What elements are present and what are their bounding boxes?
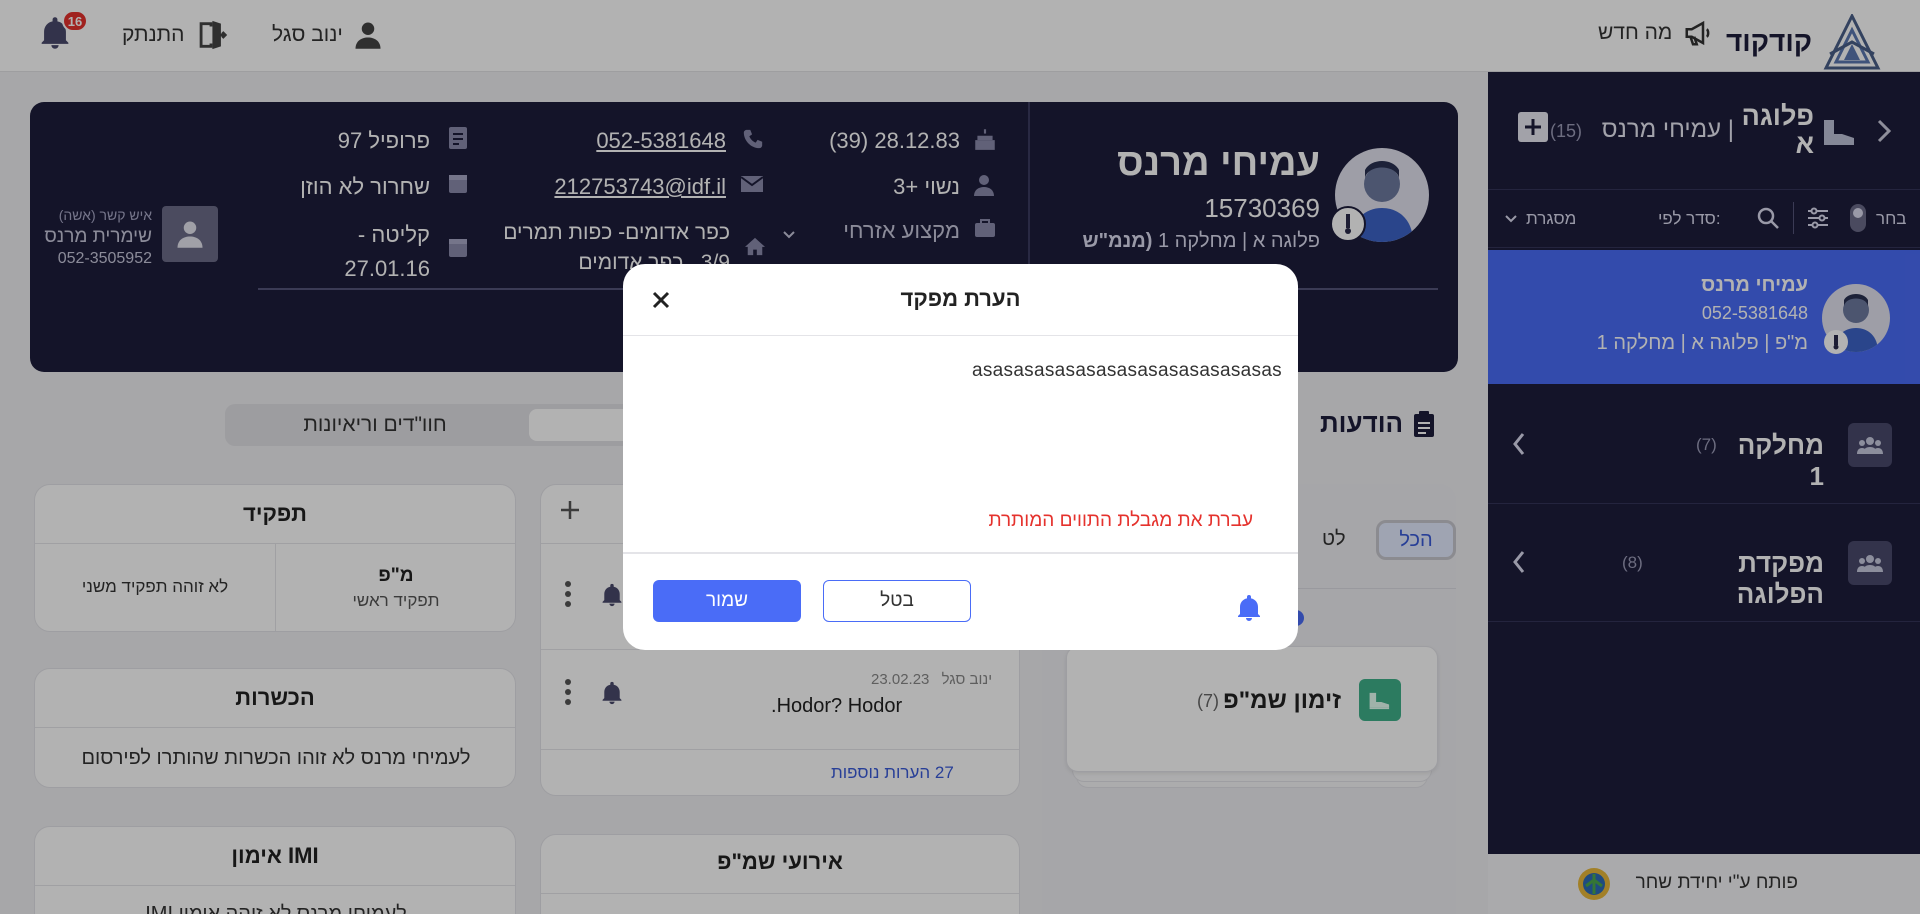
modal-title: הערת מפקד — [900, 286, 1021, 311]
char-limit-error: עברת את מגבלת התווים המותרת — [988, 510, 1253, 531]
close-icon[interactable] — [651, 290, 671, 310]
commander-note-modal: הערת מפקד asasasasasasasasasasasasasasas… — [623, 264, 1298, 650]
note-textarea-value: asasasasasasasasasasasasasasas — [971, 360, 1282, 381]
cancel-button[interactable]: בטל — [823, 580, 971, 622]
cancel-label: בטל — [880, 590, 914, 611]
save-label: שמור — [705, 590, 748, 611]
note-textarea[interactable]: asasasasasasasasasasasasasasas עברת את מ… — [623, 336, 1298, 531]
notify-bell-icon[interactable] — [1237, 594, 1261, 622]
save-button[interactable]: שמור — [653, 580, 801, 622]
